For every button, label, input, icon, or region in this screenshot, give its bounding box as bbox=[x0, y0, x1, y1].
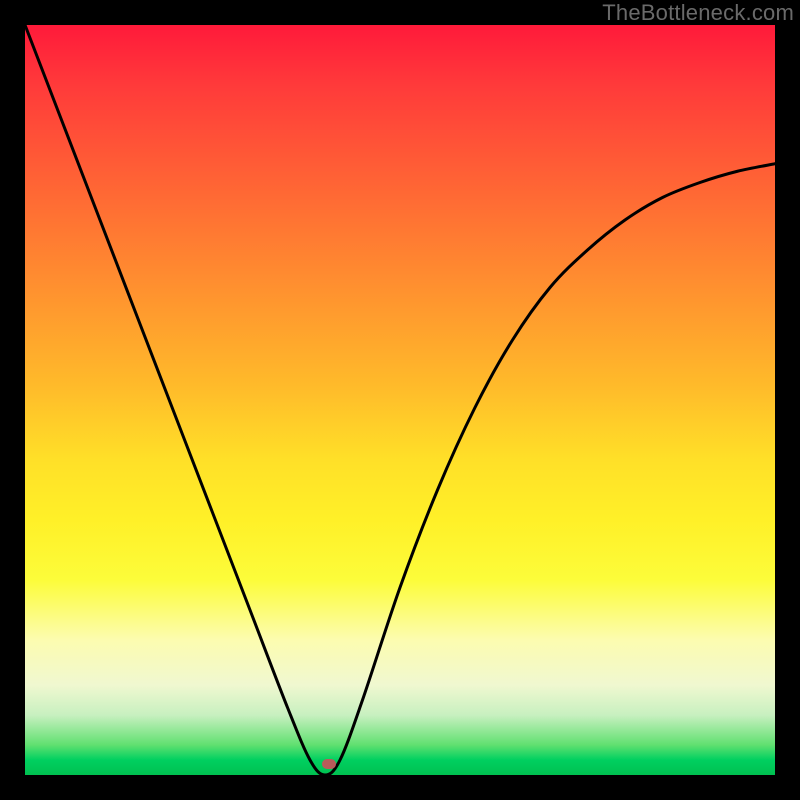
plot-area bbox=[25, 25, 775, 775]
optimal-marker bbox=[322, 759, 336, 769]
watermark: TheBottleneck.com bbox=[602, 0, 794, 26]
chart-frame: TheBottleneck.com bbox=[0, 0, 800, 800]
bottleneck-curve bbox=[25, 25, 775, 775]
